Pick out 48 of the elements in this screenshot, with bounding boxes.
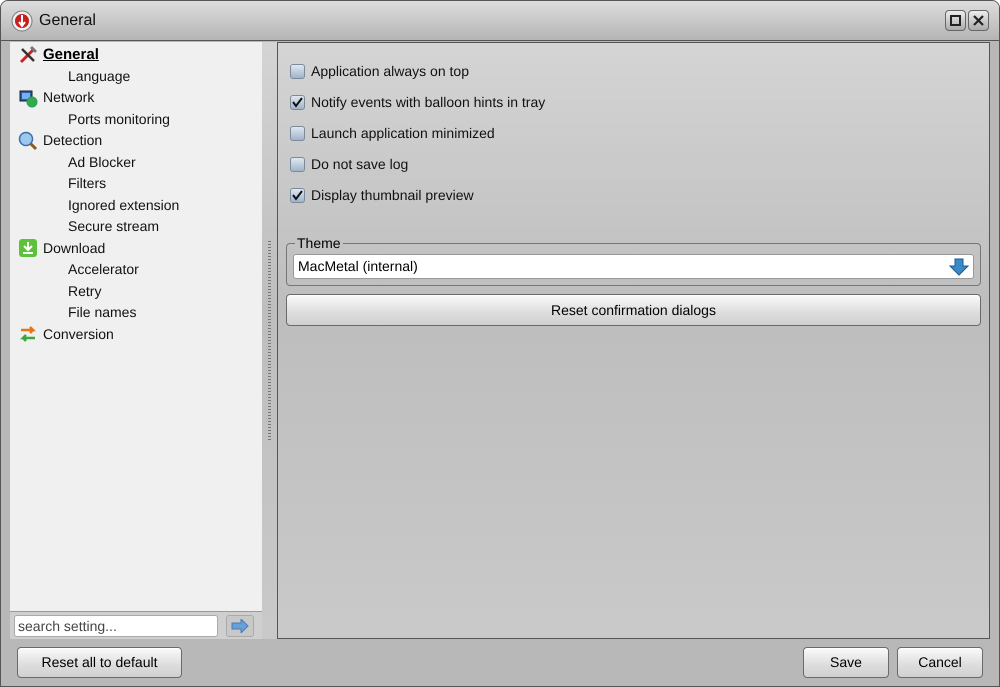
maximize-button[interactable] <box>945 10 966 31</box>
close-button[interactable] <box>968 10 989 31</box>
checkbox-label: Display thumbnail preview <box>311 186 474 205</box>
theme-legend: Theme <box>295 233 343 254</box>
tree-item[interactable]: Ad Blocker <box>68 152 136 173</box>
checkbox[interactable] <box>290 126 305 141</box>
tree-item[interactable]: General <box>43 44 99 66</box>
reset-confirmation-dialogs-button[interactable]: Reset confirmation dialogs <box>286 294 981 326</box>
tree-item[interactable]: Language <box>68 66 130 87</box>
checkbox[interactable] <box>290 157 305 172</box>
checkbox-label: Launch application minimized <box>311 124 495 143</box>
window-title: General <box>39 10 96 30</box>
dropdown-arrow-icon <box>949 258 969 276</box>
search-go-button[interactable] <box>226 614 254 636</box>
maximize-icon <box>950 15 961 26</box>
checkbox-label: Application always on top <box>311 62 469 81</box>
checkbox[interactable] <box>290 64 305 79</box>
theme-dropdown[interactable]: MacMetal (internal) <box>293 254 974 279</box>
tree-item[interactable]: Filters <box>68 173 106 194</box>
search-field[interactable]: search setting... <box>14 614 218 636</box>
tree-item[interactable]: Ignored extension <box>68 194 180 216</box>
tree-item[interactable]: Secure stream <box>68 216 160 238</box>
tree-item[interactable]: Network <box>43 87 94 108</box>
tools-icon <box>18 44 38 65</box>
checkbox-label: Notify events with balloon hints in tray <box>311 93 546 112</box>
close-icon <box>973 15 984 26</box>
tree-item[interactable]: Accelerator <box>68 259 139 280</box>
search-icon <box>18 130 38 151</box>
checkmark-icon <box>292 97 303 108</box>
download-icon <box>18 238 38 258</box>
checkbox[interactable] <box>290 188 305 203</box>
right-arrow-icon <box>231 618 249 632</box>
tree-item[interactable]: Detection <box>43 130 102 152</box>
splitter[interactable] <box>262 42 277 639</box>
tree-item[interactable]: Conversion <box>43 324 114 345</box>
tree-item[interactable]: Ports monitoring <box>68 108 170 130</box>
network-computer-icon <box>18 88 38 108</box>
tree-item[interactable]: File names <box>68 302 136 324</box>
save-button[interactable]: Save <box>803 647 889 678</box>
checkbox-label: Do not save log <box>311 155 408 174</box>
checkmark-icon <box>292 190 303 201</box>
convert-arrows-icon <box>18 324 38 344</box>
reset-all-button[interactable]: Reset all to default <box>17 647 182 678</box>
tree-item[interactable]: Download <box>43 238 106 259</box>
tree-item[interactable]: Retry <box>68 280 102 302</box>
cancel-button[interactable]: Cancel <box>897 647 983 678</box>
checkbox[interactable] <box>290 95 305 110</box>
app-logo-icon <box>11 10 33 32</box>
